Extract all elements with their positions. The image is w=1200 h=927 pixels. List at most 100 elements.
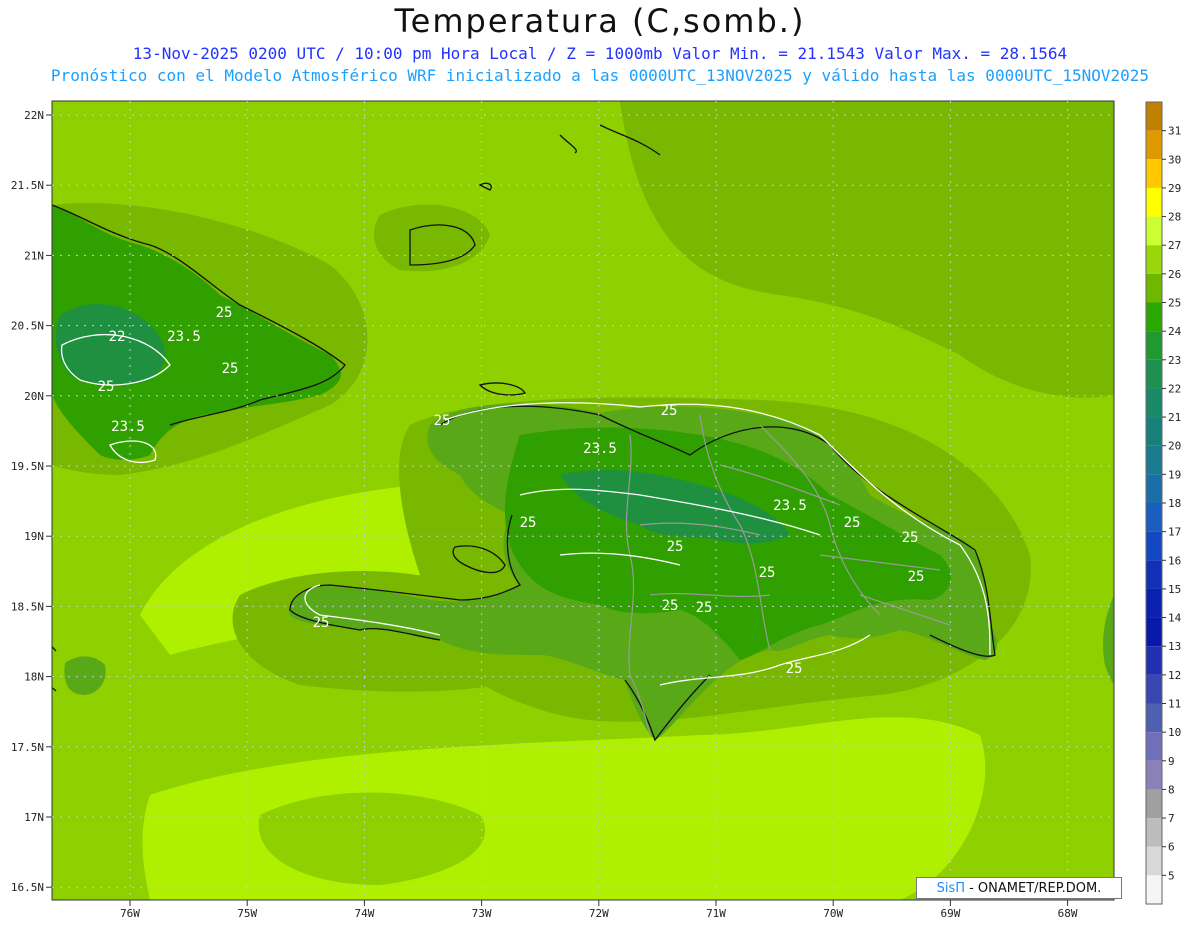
lat-tick-label: 20N xyxy=(24,390,44,403)
contour-label: 25 xyxy=(661,403,678,419)
lon-tick-label: 68W xyxy=(1058,907,1078,920)
model-info-subtitle: Pronóstico con el Modelo Atmosférico WRF… xyxy=(50,66,1150,85)
lon-tick-label: 73W xyxy=(472,907,492,920)
contour-label: 25 xyxy=(696,600,713,616)
colorbar-swatch xyxy=(1146,130,1162,160)
lat-tick-label: 19.5N xyxy=(11,460,44,473)
colorbar-swatch xyxy=(1146,302,1162,332)
lat-tick-label: 18N xyxy=(24,671,44,684)
lon-tick-label: 75W xyxy=(237,907,257,920)
colorbar-label: 31 xyxy=(1168,125,1181,138)
contour-label: 25 xyxy=(222,361,239,377)
colorbar-swatch xyxy=(1146,474,1162,503)
colorbar-label: 14 xyxy=(1168,612,1182,625)
colorbar-swatch xyxy=(1146,674,1162,704)
colorbar-label: 15 xyxy=(1168,583,1181,596)
colorbar-swatch xyxy=(1146,846,1162,876)
colorbar-swatch xyxy=(1146,875,1162,904)
colorbar-swatch xyxy=(1146,732,1162,761)
colorbar-swatch xyxy=(1146,331,1162,360)
contour-label: 25 xyxy=(216,305,233,321)
colorbar-label: 30 xyxy=(1168,153,1181,166)
lon-tick-label: 71W xyxy=(706,907,726,920)
contour-label: 23.5 xyxy=(583,441,617,457)
contour-label: 25 xyxy=(434,413,451,429)
colorbar-label: 16 xyxy=(1168,554,1181,567)
colorbar-swatch xyxy=(1146,703,1162,733)
temperature-field xyxy=(52,101,1114,900)
contour-label: 23.5 xyxy=(111,419,145,435)
contour-label: 25 xyxy=(520,515,537,531)
colorbar-swatch xyxy=(1146,187,1162,217)
contour-label: 25 xyxy=(844,515,861,531)
contour-label: 25 xyxy=(902,530,919,546)
lat-tick-label: 21N xyxy=(24,249,44,262)
colorbar-swatch xyxy=(1146,417,1162,446)
colorbar-label: 5 xyxy=(1168,869,1175,882)
sisp-logo-text: SisΠ xyxy=(936,880,966,896)
lat-tick-label: 20.5N xyxy=(11,320,44,333)
colorbar-label: 28 xyxy=(1168,211,1181,224)
temperature-map: 22N 21.5N 21N 20.5N 20N 19.5N 19N 18.5N 18N 17.5N… xyxy=(11,100,1182,920)
colorbar-label: 20 xyxy=(1168,440,1181,453)
contour-label: 25 xyxy=(662,598,679,614)
colorbar-swatch xyxy=(1146,789,1162,819)
lat-tick-label: 18.5N xyxy=(11,600,44,613)
colorbar-label: 21 xyxy=(1168,411,1181,424)
valid-time-subtitle: 13-Nov-2025 0200 UTC / 10:00 pm Hora Loc… xyxy=(132,44,1068,63)
longitude-labels: 76W 75W 74W 73W 72W 71W 70W 69W 68W xyxy=(120,900,1078,920)
contour-label: 23.5 xyxy=(773,498,807,514)
colorbar-swatch xyxy=(1146,760,1162,790)
colorbar-label: 13 xyxy=(1168,640,1181,653)
contour-label: 22 xyxy=(109,329,126,345)
colorbar-label: 8 xyxy=(1168,783,1175,796)
lon-tick-label: 72W xyxy=(589,907,609,920)
contour-label: 25 xyxy=(313,615,330,631)
colorbar-swatch xyxy=(1146,560,1162,589)
colorbar-swatch xyxy=(1146,159,1162,188)
lat-tick-label: 17N xyxy=(24,811,44,824)
colorbar-swatch xyxy=(1146,273,1162,303)
colorbar-label: 12 xyxy=(1168,669,1181,682)
colorbar-swatch xyxy=(1146,588,1162,618)
colorbar-swatch xyxy=(1146,388,1162,418)
lon-tick-label: 76W xyxy=(120,907,140,920)
colorbar-label: 11 xyxy=(1168,698,1181,711)
colorbar-swatch xyxy=(1146,646,1162,675)
colorbar-swatch xyxy=(1146,102,1162,131)
colorbar-label: 27 xyxy=(1168,239,1181,252)
contour-label: 25 xyxy=(786,661,803,677)
credit-text: - ONAMET/REP.DOM. xyxy=(969,880,1102,896)
colorbar-swatch xyxy=(1146,216,1162,246)
colorbar-label: 26 xyxy=(1168,268,1181,281)
colorbar-label: 22 xyxy=(1168,382,1181,395)
colorbar-label: 25 xyxy=(1168,297,1181,310)
colorbar-label: 18 xyxy=(1168,497,1181,510)
colorbar-label: 6 xyxy=(1168,841,1175,854)
colorbar-swatch xyxy=(1146,503,1162,532)
lon-tick-label: 70W xyxy=(823,907,843,920)
colorbar-swatch xyxy=(1146,818,1162,847)
contour-label: 25 xyxy=(908,569,925,585)
lat-tick-label: 21.5N xyxy=(11,179,44,192)
colorbar-label: 7 xyxy=(1168,812,1175,825)
lat-tick-label: 22N xyxy=(24,109,44,122)
colorbar-label: 24 xyxy=(1168,325,1182,338)
lon-tick-label: 69W xyxy=(940,907,960,920)
lat-tick-label: 16.5N xyxy=(11,881,44,894)
colorbar-label: 9 xyxy=(1168,755,1175,768)
lat-tick-label: 19N xyxy=(24,530,44,543)
lat-tick-label: 17.5N xyxy=(11,741,44,754)
colorbar-label: 23 xyxy=(1168,354,1181,367)
contour-label: 23.5 xyxy=(167,329,201,345)
contour-label: 25 xyxy=(98,379,115,395)
contour-label: 25 xyxy=(759,565,776,581)
colorbar-label: 17 xyxy=(1168,526,1181,539)
lon-tick-label: 74W xyxy=(354,907,374,920)
contour-label: 25 xyxy=(667,539,684,555)
colorbar-label: 19 xyxy=(1168,468,1181,481)
colorbar-swatch xyxy=(1146,531,1162,561)
latitude-labels: 22N 21.5N 21N 20.5N 20N 19.5N 19N 18.5N 18N 17.5N… xyxy=(11,109,52,894)
colorbar-label: 29 xyxy=(1168,182,1181,195)
colorbar-label: 10 xyxy=(1168,726,1181,739)
